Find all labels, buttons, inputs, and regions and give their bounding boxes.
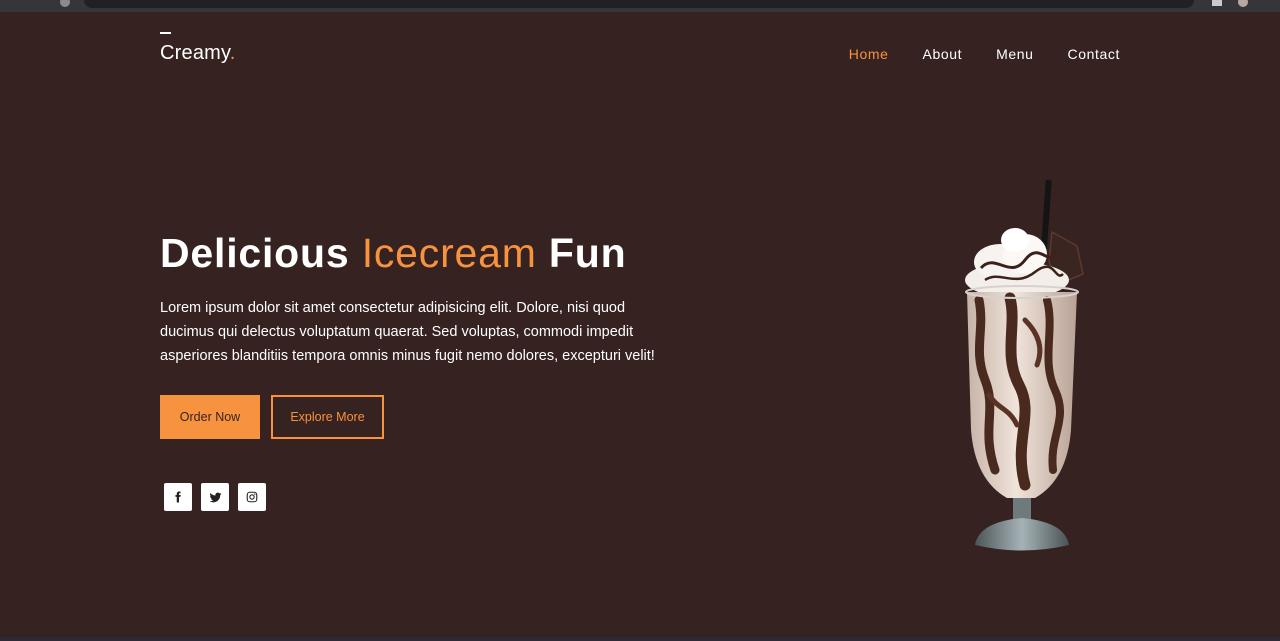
brand-logo[interactable]: Creamy. — [160, 32, 236, 63]
browser-toolbar — [0, 0, 1280, 12]
social-links — [164, 483, 266, 511]
address-bar[interactable] — [84, 0, 1194, 8]
page-bottom-edge — [0, 637, 1280, 641]
hero-title: Delicious Icecream Fun — [160, 229, 626, 277]
main-nav: Home About Menu Contact — [849, 46, 1120, 62]
hero-title-part1: Delicious — [160, 230, 350, 276]
nav-home[interactable]: Home — [849, 46, 889, 62]
window-icon[interactable] — [1212, 0, 1222, 6]
hero-description: Lorem ipsum dolor sit amet consectetur a… — [160, 300, 655, 364]
logo-bar — [160, 32, 171, 34]
order-now-button[interactable]: Order Now — [160, 395, 260, 439]
facebook-icon[interactable] — [164, 483, 192, 511]
reload-icon[interactable] — [60, 0, 70, 7]
hero-title-part2: Fun — [548, 230, 627, 276]
nav-about[interactable]: About — [923, 46, 963, 62]
hero-title-accent: Icecream — [361, 230, 537, 276]
instagram-icon[interactable] — [238, 483, 266, 511]
brand-name: Creamy — [160, 42, 230, 64]
nav-contact[interactable]: Contact — [1068, 46, 1120, 62]
milkshake-image — [965, 180, 1084, 551]
twitter-icon[interactable] — [201, 483, 229, 511]
brand-dot: . — [229, 42, 236, 64]
explore-more-button[interactable]: Explore More — [271, 395, 384, 439]
nav-menu[interactable]: Menu — [996, 46, 1033, 62]
profile-avatar-icon[interactable] — [1238, 0, 1248, 7]
landing-page: Creamy. Home About Menu Contact Deliciou… — [0, 12, 1280, 641]
